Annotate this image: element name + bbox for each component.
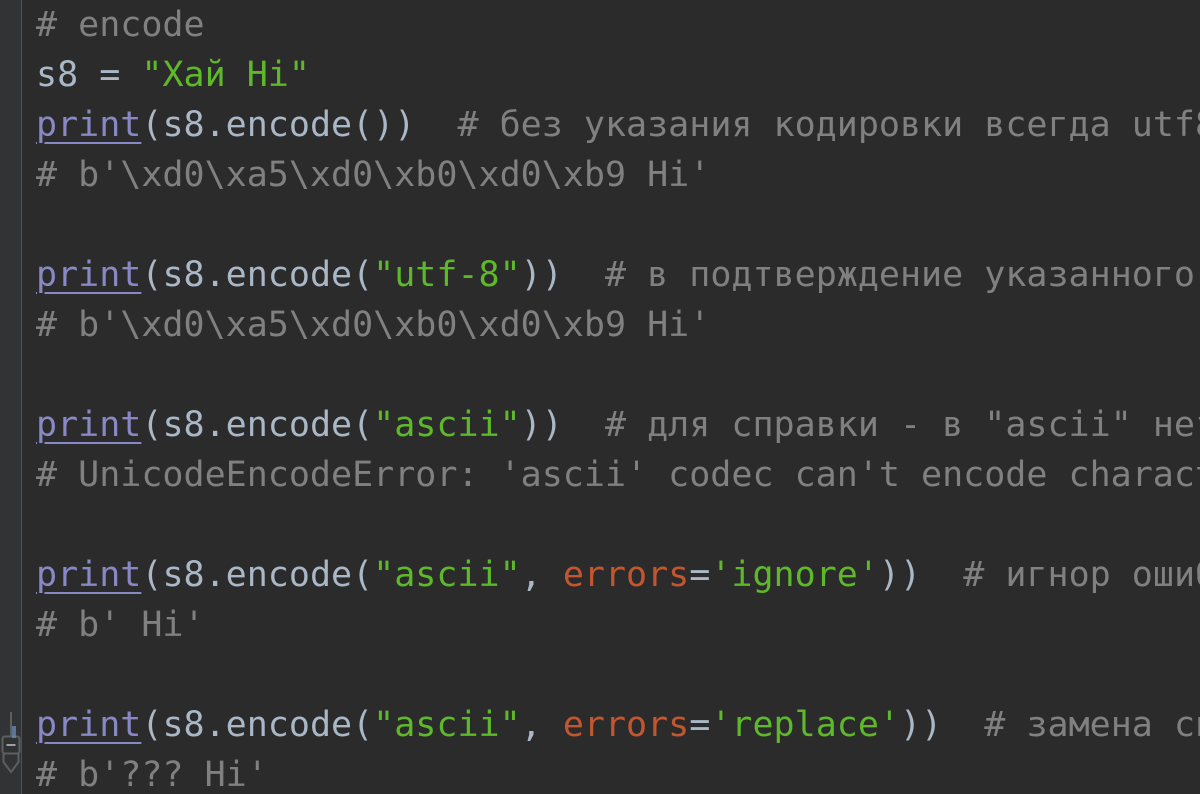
token-string: "ascii" xyxy=(373,405,521,445)
token-comment: # b'\xd0\xa5\xd0\xb0\xd0\xb9 Hi' xyxy=(36,155,711,195)
token-punct: )) xyxy=(878,555,922,595)
token-string: 'replace' xyxy=(710,705,900,745)
token-punct: , xyxy=(520,705,563,745)
token-string: 'ignore' xyxy=(710,555,879,595)
code-line[interactable]: # b' Hi' xyxy=(22,600,1200,650)
token-ident: s8.encode( xyxy=(162,555,374,595)
token-comment: # b'??? Hi' xyxy=(36,755,268,794)
token-punct: ( xyxy=(141,255,163,295)
editor-gutter[interactable] xyxy=(0,0,21,794)
token-punct: )) xyxy=(520,405,563,445)
gutter-separator xyxy=(21,0,22,794)
code-line[interactable] xyxy=(22,350,1200,400)
code-line[interactable]: # b'\xd0\xa5\xd0\xb0\xd0\xb9 Hi' xyxy=(22,300,1200,350)
code-text-area[interactable]: # encode s8 = "Хай Hi" print(s8.encode()) … xyxy=(22,0,1200,794)
code-line[interactable] xyxy=(22,650,1200,700)
code-line[interactable]: print(s8.encode("ascii")) # для справки … xyxy=(22,400,1200,450)
token-punct: ) xyxy=(394,105,416,145)
token-kwarg: errors xyxy=(562,555,690,595)
token-func: print xyxy=(36,405,142,445)
code-line[interactable]: # b'\xd0\xa5\xd0\xb0\xd0\xb9 Hi' xyxy=(22,150,1200,200)
token-func: print xyxy=(36,105,142,145)
fold-minus-icon xyxy=(1,712,21,774)
token-comment: # игнор ошибок: xyxy=(963,555,1200,595)
token-comment: # b'\xd0\xa5\xd0\xb0\xd0\xb9 Hi' xyxy=(36,305,711,345)
token-ident: s8.encode( xyxy=(162,255,374,295)
token-func: print xyxy=(36,555,142,595)
token-ident: s8.encode( xyxy=(162,405,374,445)
code-line[interactable]: print(s8.encode("ascii", errors='ignore'… xyxy=(22,550,1200,600)
code-line[interactable]: # encode xyxy=(22,0,1200,50)
code-line[interactable] xyxy=(22,200,1200,250)
token-op: = xyxy=(689,705,711,745)
code-fold-collapse-icon[interactable] xyxy=(0,712,22,794)
token-comment: # в подтверждение указанного: xyxy=(562,255,1200,295)
code-editor[interactable]: # encode s8 = "Хай Hi" print(s8.encode()) … xyxy=(0,0,1200,794)
code-line[interactable]: # UnicodeEncodeError: 'ascii' codec can'… xyxy=(22,450,1200,500)
token-punct: )) xyxy=(520,255,563,295)
code-line[interactable]: print(s8.encode("utf-8")) # в подтвержде… xyxy=(22,250,1200,300)
code-line[interactable]: print(s8.encode("ascii", errors='replace… xyxy=(22,700,1200,750)
text-caret xyxy=(12,726,16,738)
token-punct: ( xyxy=(141,705,163,745)
token-punct: ( xyxy=(141,105,163,145)
token-comment: # для справки - в "ascii" нет RU: xyxy=(604,405,1200,445)
token-string: "ascii" xyxy=(373,555,521,595)
token-punct: , xyxy=(520,555,563,595)
token-kwarg: errors xyxy=(562,705,690,745)
code-line[interactable]: # b'??? Hi' xyxy=(22,750,1200,794)
token-comment: # b' Hi' xyxy=(36,605,205,645)
token-ident: s8.encode() xyxy=(162,105,395,145)
token-ident: s8.encode( xyxy=(162,705,374,745)
code-line[interactable]: s8 = "Хай Hi" xyxy=(22,50,1200,100)
token-comment: # без указания кодировки всегда utf8 xyxy=(415,105,1200,145)
token-op: = xyxy=(78,55,142,95)
token-ident: s8 xyxy=(36,55,79,95)
token-punct: ( xyxy=(141,405,163,445)
token-func: print xyxy=(36,705,142,745)
token-comment: # замена символов: xyxy=(984,705,1200,745)
token-comment: # encode xyxy=(36,5,205,45)
token-string: "utf-8" xyxy=(373,255,521,295)
token-func: print xyxy=(36,255,142,295)
token-string: "Хай Hi" xyxy=(141,55,310,95)
code-line[interactable] xyxy=(22,500,1200,550)
token-punct: )) xyxy=(900,705,943,745)
token-op: = xyxy=(689,555,711,595)
token-string: "ascii" xyxy=(373,705,521,745)
code-line[interactable]: print(s8.encode()) # без указания кодиро… xyxy=(22,100,1200,150)
token-comment: # UnicodeEncodeError: 'ascii' codec can'… xyxy=(36,455,1200,495)
token-punct: ( xyxy=(141,555,163,595)
